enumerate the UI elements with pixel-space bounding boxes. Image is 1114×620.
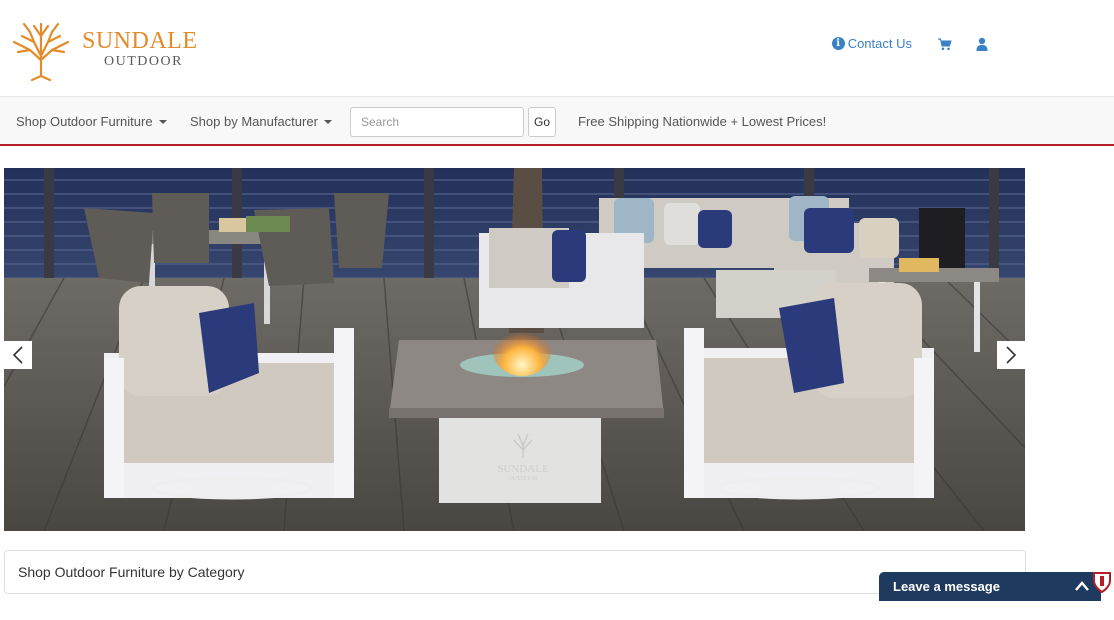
nav-shop-by-manufacturer[interactable]: Shop by Manufacturer [190, 97, 332, 145]
site-header: SUNDALE OUTDOOR i Contact Us [0, 0, 1114, 96]
carousel-prev-button[interactable] [4, 341, 32, 369]
carousel-next-button[interactable] [997, 341, 1025, 369]
search-input[interactable] [350, 107, 524, 137]
category-panel[interactable]: Shop Outdoor Furniture by Category [4, 550, 1026, 594]
brand-sub: OUTDOOR [104, 54, 183, 69]
contact-us-label: Contact Us [847, 36, 912, 51]
promo-text: Free Shipping Nationwide + Lowest Prices… [578, 113, 827, 129]
caret-down-icon [323, 120, 332, 124]
leave-message-label: Leave a message [893, 579, 1000, 594]
brand-name: SUNDALE [82, 28, 198, 54]
site-logo[interactable]: SUNDALE OUTDOOR [8, 14, 218, 84]
chevron-up-icon [1075, 581, 1089, 591]
caret-down-icon [158, 120, 167, 124]
contact-us-link[interactable]: i Contact Us [831, 36, 912, 51]
hero-carousel[interactable]: SUNDALE OUTDOOR [4, 168, 1025, 531]
search-go-button[interactable]: Go [528, 107, 556, 137]
tree-logo-icon [12, 22, 70, 82]
chevron-left-icon [12, 346, 23, 364]
main-navbar: Shop Outdoor Furniture Shop by Manufactu… [0, 96, 1114, 146]
category-panel-title: Shop Outdoor Furniture by Category [18, 564, 245, 580]
shield-badge-icon [1093, 572, 1111, 593]
nav-shop-by-manufacturer-label: Shop by Manufacturer [190, 113, 318, 129]
header-links: i Contact Us [831, 36, 988, 51]
page: SUNDALE OUTDOOR i Contact Us Shop Outdoo… [0, 0, 1114, 620]
hero-image: SUNDALE OUTDOOR [4, 168, 1025, 531]
nav-shop-outdoor-furniture[interactable]: Shop Outdoor Furniture [16, 97, 167, 145]
chevron-right-icon [1006, 346, 1017, 364]
nav-shop-outdoor-furniture-label: Shop Outdoor Furniture [16, 113, 153, 129]
cart-icon[interactable] [938, 37, 952, 51]
hero-logo-text: SUNDALE [497, 463, 549, 475]
info-icon: i [831, 37, 845, 50]
hero-logo-sub: OUTDOOR [508, 476, 537, 482]
leave-message-widget[interactable]: Leave a message [879, 572, 1101, 601]
user-icon[interactable] [976, 37, 988, 51]
